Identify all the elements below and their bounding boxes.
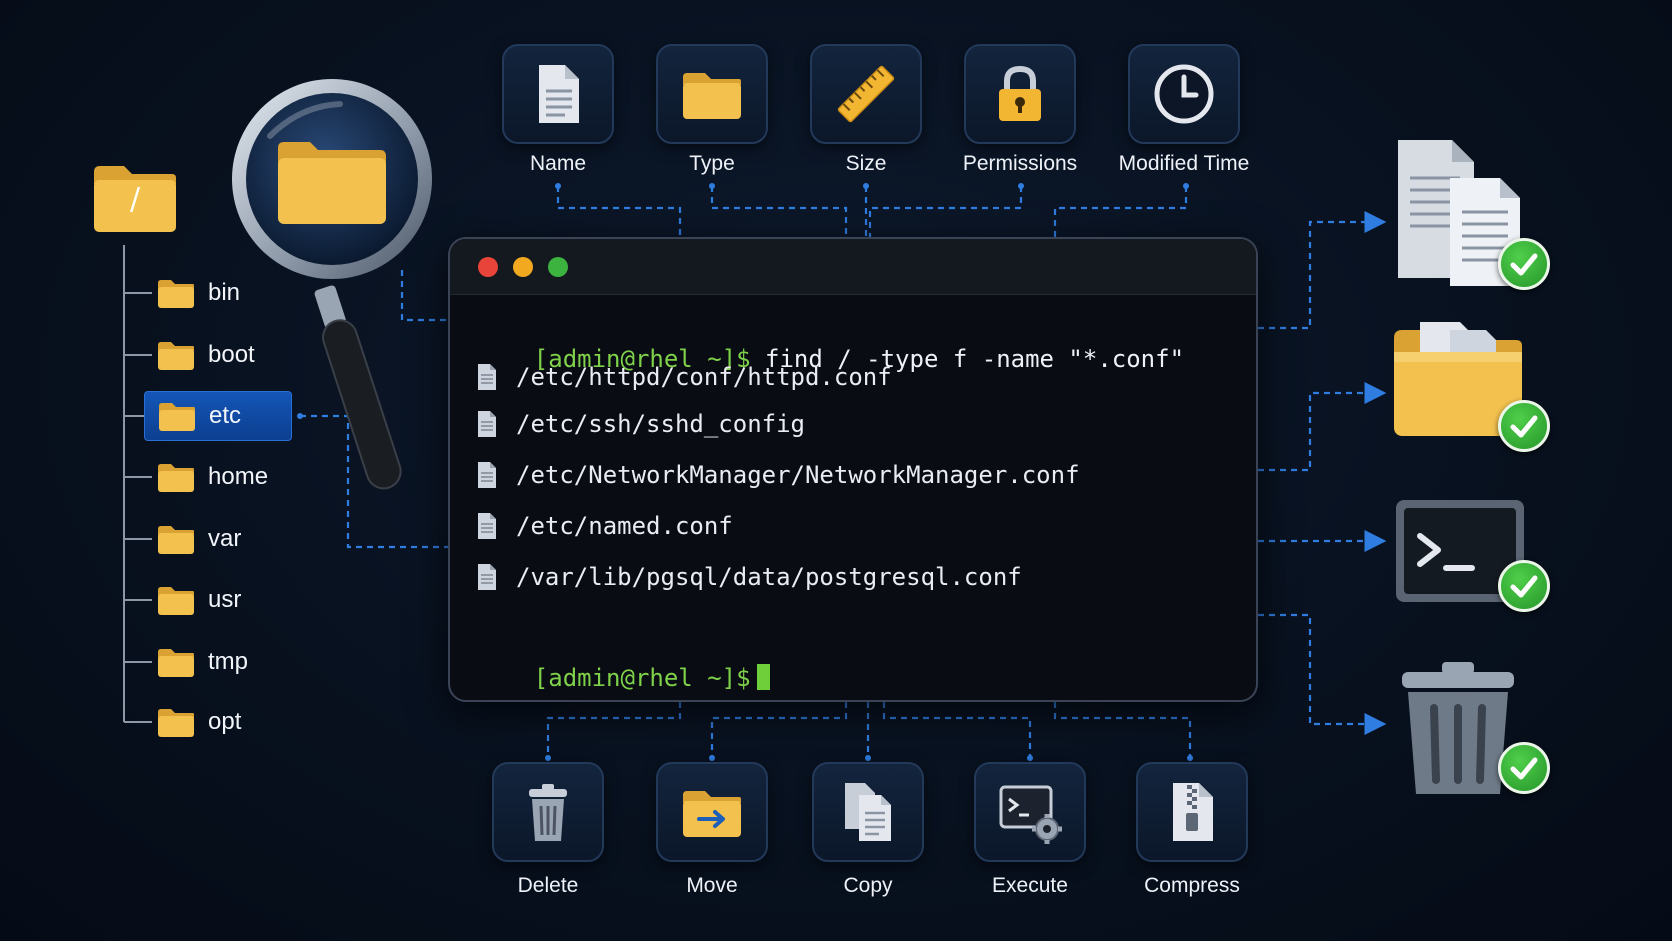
minimize-button[interactable] xyxy=(513,257,533,277)
clock-icon xyxy=(1154,64,1214,124)
action-label-move: Move xyxy=(686,874,738,897)
attribute-label-permissions: Permissions xyxy=(962,152,1078,175)
outcome-folder xyxy=(1390,318,1560,468)
close-button[interactable] xyxy=(478,257,498,277)
folder-icon xyxy=(158,649,194,677)
tree-item-label: var xyxy=(208,525,242,552)
result-path: /etc/NetworkManager/NetworkManager.conf xyxy=(516,461,1080,489)
attribute-label-name: Name xyxy=(529,152,587,175)
action-tile-move[interactable] xyxy=(656,762,768,862)
result-line[interactable]: /etc/named.conf xyxy=(476,512,733,540)
file-icon xyxy=(478,364,496,390)
folder-icon xyxy=(158,342,194,370)
folder-icon xyxy=(159,403,195,431)
copy-icon xyxy=(845,783,891,841)
attribute-label-size: Size xyxy=(845,152,887,175)
action-tile-compress[interactable] xyxy=(1136,762,1248,862)
terminal-window[interactable]: [admin@rhel ~]$ find / -type f -name "*.… xyxy=(448,237,1258,702)
cursor xyxy=(756,664,770,690)
move-folder-icon xyxy=(683,791,741,837)
folder-icon xyxy=(158,709,194,737)
file-icon xyxy=(478,564,496,590)
result-path: /etc/httpd/conf/httpd.conf xyxy=(516,363,892,391)
terminal-titlebar xyxy=(450,239,1256,295)
action-tile-delete[interactable] xyxy=(492,762,604,862)
check-icon xyxy=(1498,560,1550,612)
outcome-terminal xyxy=(1390,496,1560,646)
folder-icon xyxy=(158,587,194,615)
trash-icon xyxy=(529,784,567,841)
action-label-copy: Copy xyxy=(843,874,893,897)
tree-item-label: opt xyxy=(208,708,242,735)
file-icon xyxy=(478,462,496,488)
check-icon xyxy=(1498,400,1550,452)
result-path: /var/lib/pgsql/data/postgresql.conf xyxy=(516,563,1022,591)
attribute-label-type: Type xyxy=(689,152,735,175)
folder-icon xyxy=(683,73,741,119)
tree-item-opt[interactable]: opt xyxy=(144,697,292,747)
attribute-tile-permissions[interactable] xyxy=(964,44,1076,144)
action-tile-copy[interactable] xyxy=(812,762,924,862)
attribute-tile-name[interactable] xyxy=(502,44,614,144)
folder-icon xyxy=(158,464,194,492)
action-label-execute: Execute xyxy=(992,874,1068,897)
file-icon xyxy=(478,411,496,437)
outcome-documents xyxy=(1390,138,1560,290)
action-label-delete: Delete xyxy=(517,874,579,897)
tree-item-label: tmp xyxy=(208,648,249,675)
action-tile-execute[interactable] xyxy=(974,762,1086,862)
folder-icon xyxy=(158,280,194,308)
document-icon xyxy=(539,65,579,123)
tree-item-tmp[interactable]: tmp xyxy=(144,637,292,687)
result-path: /etc/named.conf xyxy=(516,512,733,540)
prompt-line[interactable]: [admin@rhel ~]$ xyxy=(476,636,770,700)
attribute-tile-type[interactable] xyxy=(656,44,768,144)
maximize-button[interactable] xyxy=(548,257,568,277)
root-folder[interactable]: / xyxy=(90,160,180,235)
execute-icon xyxy=(999,785,1062,844)
tree-item-label: usr xyxy=(208,586,242,613)
result-line[interactable]: /var/lib/pgsql/data/postgresql.conf xyxy=(476,563,1022,591)
check-icon xyxy=(1498,238,1550,290)
action-label-compress: Compress xyxy=(1144,874,1240,897)
tree-item-var[interactable]: var xyxy=(144,514,292,564)
attribute-tile-size[interactable] xyxy=(810,44,922,144)
attribute-label-modified-time: Modified Time xyxy=(1118,152,1250,175)
folder-icon xyxy=(158,526,194,554)
lock-icon xyxy=(999,65,1041,121)
zip-file-icon xyxy=(1173,783,1213,841)
result-line[interactable]: /etc/ssh/sshd_config xyxy=(476,410,805,438)
outcome-trash xyxy=(1390,660,1560,810)
check-icon xyxy=(1498,742,1550,794)
prompt: [admin@rhel ~]$ xyxy=(533,664,751,692)
result-path: /etc/ssh/sshd_config xyxy=(516,410,805,438)
magnifier-icon xyxy=(232,79,432,490)
attribute-tile-modified-time[interactable] xyxy=(1128,44,1240,144)
tree-item-usr[interactable]: usr xyxy=(144,575,292,625)
ruler-icon xyxy=(837,65,895,123)
result-line[interactable]: /etc/httpd/conf/httpd.conf xyxy=(476,363,892,391)
file-icon xyxy=(478,513,496,539)
result-line[interactable]: /etc/NetworkManager/NetworkManager.conf xyxy=(476,461,1080,489)
root-label: / xyxy=(129,182,141,217)
